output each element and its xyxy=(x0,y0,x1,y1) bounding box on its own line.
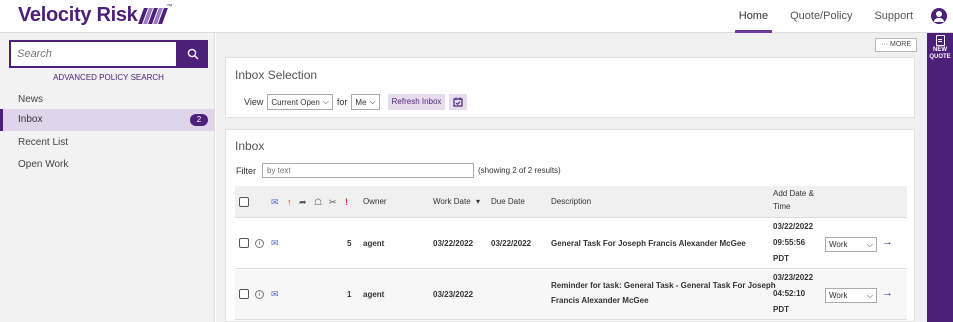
share-icon[interactable]: ➦ xyxy=(299,197,307,207)
nav-support[interactable]: Support xyxy=(870,0,917,33)
sidebar-item-recent-list[interactable]: Recent List xyxy=(0,132,214,154)
more-button[interactable]: ··· MORE xyxy=(875,38,917,52)
inbox-panel: Inbox Filter (showing 2 of 2 results) ✉ … xyxy=(225,129,915,322)
inbox-selection-controls: View Current Open ⌵ for Me ⌵ Refresh Inb… xyxy=(244,94,468,110)
new-quote-button[interactable]: NEW QUOTE xyxy=(927,35,953,61)
row-add-tz: PDT xyxy=(773,305,789,314)
envelope-icon[interactable]: ✉ xyxy=(271,238,279,248)
brand-logo[interactable]: Velocity Risk ™ xyxy=(18,4,172,27)
for-select-value: Me xyxy=(355,97,367,107)
filter-row: Filter (showing 2 of 2 results) xyxy=(236,163,561,178)
nav-home[interactable]: Home xyxy=(734,0,773,33)
col-add-date-line1[interactable]: Add Date & xyxy=(773,189,814,198)
inbox-selection-panel: Inbox Selection View Current Open ⌵ for … xyxy=(225,57,915,118)
top-bar: Velocity Risk ™ Home Quote/Policy Suppor… xyxy=(0,0,953,33)
sidebar-item-label: Recent List xyxy=(18,137,69,148)
calendar-icon xyxy=(453,97,464,107)
col-owner[interactable]: Owner xyxy=(363,197,387,206)
envelope-icon[interactable]: ✉ xyxy=(271,289,279,299)
select-all-checkbox[interactable] xyxy=(239,197,249,207)
right-rail: NEW QUOTE xyxy=(927,33,953,322)
top-nav: Home Quote/Policy Support xyxy=(734,0,917,33)
calendar-button[interactable] xyxy=(449,94,468,110)
results-count: (showing 2 of 2 results) xyxy=(478,166,561,175)
for-label: for xyxy=(336,97,348,107)
col-due-date[interactable]: Due Date xyxy=(491,197,525,206)
advanced-policy-search-link[interactable]: ADVANCED POLICY SEARCH xyxy=(9,73,208,82)
inbox-selection-title: Inbox Selection xyxy=(235,68,318,82)
filter-input[interactable] xyxy=(262,163,474,178)
sidebar-item-open-work[interactable]: Open Work xyxy=(0,154,214,176)
info-icon[interactable]: i xyxy=(255,290,264,299)
arrow-right-icon[interactable]: → xyxy=(882,236,893,248)
info-icon[interactable]: i xyxy=(255,239,264,248)
sidebar: ADVANCED POLICY SEARCH News Inbox 2 Rece… xyxy=(0,33,215,322)
row-priority: 1 xyxy=(347,290,352,299)
work-action-value: Work xyxy=(829,291,848,300)
col-add-date-line2[interactable]: Time xyxy=(773,202,790,211)
for-select[interactable]: Me ⌵ xyxy=(351,94,380,110)
chevron-down-icon: ⌵ xyxy=(322,97,329,106)
search-icon xyxy=(187,48,199,60)
row-checkbox[interactable] xyxy=(239,238,249,248)
sidebar-item-label: News xyxy=(18,94,44,105)
inbox-table-header: ✉ ↑ ➦ ☖ ✂ ! Owner Work Date ▾ Due Date D… xyxy=(235,186,907,218)
row-description[interactable]: Reminder for task: General Task - Genera… xyxy=(551,281,776,290)
view-select[interactable]: Current Open ⌵ xyxy=(267,94,333,110)
row-description[interactable]: General Task For Joseph Francis Alexande… xyxy=(551,239,746,248)
main-content: ··· MORE Inbox Selection View Current Op… xyxy=(216,33,927,322)
work-action-value: Work xyxy=(829,240,848,249)
sidebar-item-inbox[interactable]: Inbox 2 xyxy=(0,109,214,131)
sidebar-item-label: Inbox xyxy=(18,114,43,125)
chevron-down-icon: ⌵ xyxy=(866,290,873,300)
new-quote-label: NEW QUOTE xyxy=(929,47,951,60)
row-work-date: 03/22/2022 xyxy=(433,239,474,248)
document-icon xyxy=(935,35,945,46)
row-add-time: 09:55:56 xyxy=(773,238,806,247)
filter-label: Filter xyxy=(236,165,256,176)
search-input[interactable] xyxy=(9,40,178,68)
brand-name: Velocity Risk xyxy=(18,4,138,26)
high-priority-arrow-icon[interactable]: ↑ xyxy=(287,197,292,207)
search-button[interactable] xyxy=(178,40,208,68)
envelope-icon[interactable]: ✉ xyxy=(271,197,279,207)
paperclip-icon[interactable]: ✂ xyxy=(329,197,337,207)
work-action-select[interactable]: Work ⌵ xyxy=(825,288,877,303)
brand-mark-icon xyxy=(137,7,168,24)
row-description-cont[interactable]: Francis Alexander McGee xyxy=(551,296,649,305)
row-owner: agent xyxy=(363,239,385,248)
table-row[interactable]: i ✉ 1 agent 03/23/2022 Reminder for task… xyxy=(235,270,907,320)
chevron-down-icon: ⌵ xyxy=(866,239,873,249)
row-checkbox[interactable] xyxy=(239,289,249,299)
row-add-tz: PDT xyxy=(773,254,789,263)
arrow-right-icon[interactable]: → xyxy=(882,287,893,299)
view-select-value: Current Open xyxy=(271,97,320,107)
row-add-date: 03/22/2022 xyxy=(773,222,814,231)
col-work-date[interactable]: Work Date xyxy=(433,197,471,206)
nav-quote-policy[interactable]: Quote/Policy xyxy=(786,0,856,33)
col-description[interactable]: Description xyxy=(551,197,591,206)
sidebar-item-label: Open Work xyxy=(18,159,69,170)
sidebar-item-news[interactable]: News xyxy=(0,89,214,111)
table-row[interactable]: i ✉ 5 agent 03/22/2022 03/22/2022 Genera… xyxy=(235,219,907,269)
row-work-date: 03/23/2022 xyxy=(433,290,474,299)
sort-down-icon[interactable]: ▾ xyxy=(476,197,480,206)
row-owner: agent xyxy=(363,290,385,299)
user-account-icon[interactable] xyxy=(931,8,947,24)
inbox-count-badge: 2 xyxy=(190,114,208,126)
row-add-date: 03/23/2022 xyxy=(773,273,814,282)
refresh-inbox-button[interactable]: Refresh Inbox xyxy=(387,94,446,110)
hierarchy-icon[interactable]: ☖ xyxy=(314,197,322,207)
work-action-select[interactable]: Work ⌵ xyxy=(825,237,877,252)
chevron-down-icon: ⌵ xyxy=(369,97,376,106)
row-due-date: 03/22/2022 xyxy=(491,239,532,248)
search-box xyxy=(9,40,208,68)
inbox-title: Inbox xyxy=(235,139,265,153)
exclamation-icon[interactable]: ! xyxy=(345,197,348,207)
view-label: View xyxy=(244,97,264,107)
row-priority: 5 xyxy=(347,239,352,248)
row-add-time: 04:52:10 xyxy=(773,289,806,298)
